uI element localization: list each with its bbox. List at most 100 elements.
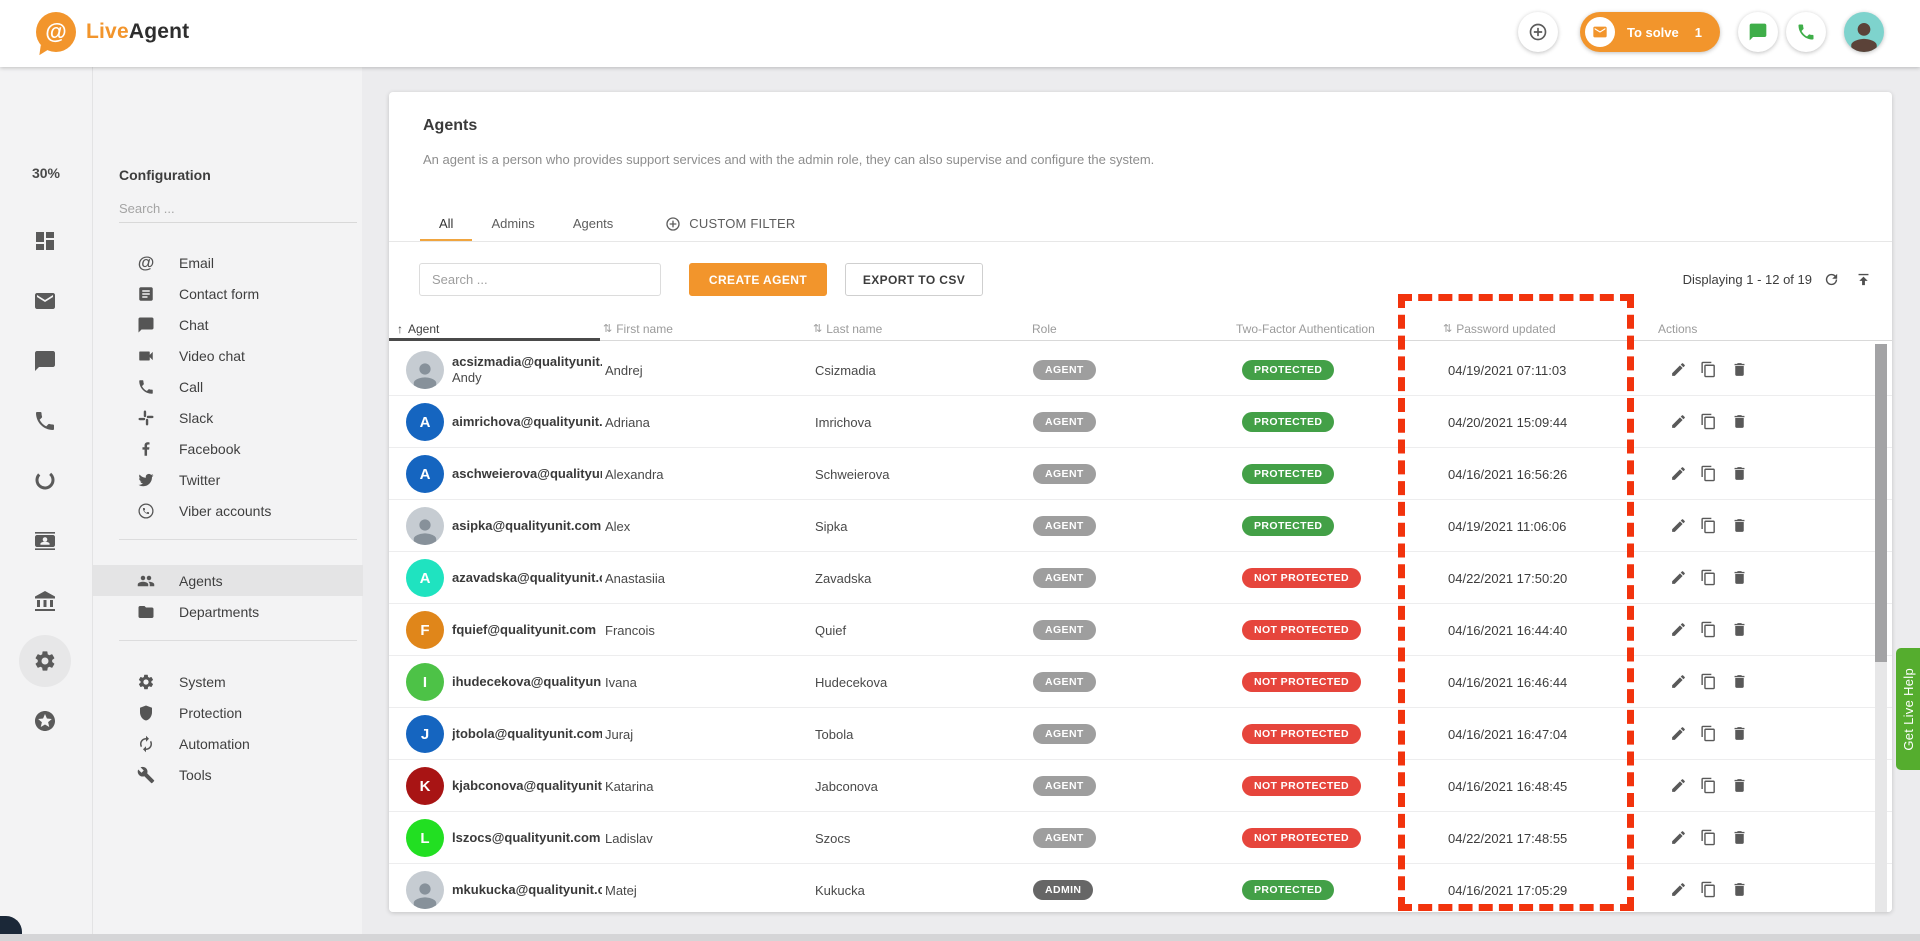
copy-button[interactable] [1700,465,1718,483]
copy-button[interactable] [1700,673,1718,691]
rail-item-customers[interactable] [19,515,71,567]
column-header-first-name[interactable]: ⇅First name [603,316,673,341]
edit-button[interactable] [1670,621,1688,639]
table-row[interactable]: J jtobola@qualityunit.com Juraj Tobola A… [389,708,1892,760]
export-to-csv-button[interactable]: EXPORT TO CSV [845,263,983,296]
column-header-actions[interactable]: Actions [1658,316,1697,341]
agent-email: mkukucka@qualityunit.com [452,882,602,898]
rail-item-dashboard[interactable] [19,215,71,267]
export-top-button[interactable] [1850,267,1876,293]
config-item-facebook[interactable]: Facebook [93,433,363,464]
config-item-contact-form[interactable]: Contact form [93,278,363,309]
copy-button[interactable] [1700,777,1718,795]
chats-button[interactable] [1738,12,1778,52]
config-item-automation[interactable]: Automation [93,728,363,759]
delete-button[interactable] [1731,829,1749,847]
copy-button[interactable] [1700,621,1718,639]
mail-icon [1592,24,1608,40]
get-live-help-tab[interactable]: Get Live Help [1896,648,1920,770]
rail-item-calls[interactable] [19,395,71,447]
table-row[interactable]: F fquief@qualityunit.com Francois Quief … [389,604,1892,656]
delete-button[interactable] [1731,881,1749,899]
create-agent-button[interactable]: CREATE AGENT [689,263,827,296]
tab-admins[interactable]: Admins [472,205,553,242]
scrollbar-thumb[interactable] [1875,344,1887,662]
copy-button[interactable] [1700,569,1718,587]
table-row[interactable]: I ihudecekova@qualityunit.com Ivana Hude… [389,656,1892,708]
config-item-viber-accounts[interactable]: Viber accounts [93,495,363,526]
refresh-button[interactable] [1818,267,1844,293]
config-item-chat[interactable]: Chat [93,309,363,340]
copy-button[interactable] [1700,361,1718,379]
edit-button[interactable] [1670,361,1688,379]
table-row[interactable]: mkukucka@qualityunit.com Matej Kukucka A… [389,864,1892,912]
column-header-password-updated[interactable]: ⇅Password updated [1443,316,1556,341]
config-item-departments[interactable]: Departments [93,596,363,627]
rail-item-academy[interactable] [19,575,71,627]
delete-button[interactable] [1731,361,1749,379]
copy-button[interactable] [1700,881,1718,899]
delete-button[interactable] [1731,517,1749,535]
delete-button[interactable] [1731,569,1749,587]
edit-button[interactable] [1670,829,1688,847]
tab-all[interactable]: All [420,205,472,242]
table-row[interactable]: A aschweierova@qualityunit.com Alexandra… [389,448,1892,500]
rail-item-configuration[interactable] [19,635,71,687]
delete-button[interactable] [1731,725,1749,743]
config-item-video-chat[interactable]: Video chat [93,340,363,371]
brand-logo[interactable]: @ LiveAgent [36,12,189,52]
table-row[interactable]: A azavadska@qualityunit.com Anastasiia Z… [389,552,1892,604]
table-row[interactable]: K kjabconova@qualityunit.com Katarina Ja… [389,760,1892,812]
edit-button[interactable] [1670,465,1688,483]
rail-item-tickets[interactable] [19,275,71,327]
to-solve-button[interactable]: To solve 1 [1580,12,1720,52]
rail-item-chats[interactable] [19,335,71,387]
edit-button[interactable] [1670,413,1688,431]
edit-button[interactable] [1670,777,1688,795]
copy-button[interactable] [1700,413,1718,431]
config-item-email[interactable]: @Email [93,247,363,278]
config-item-system[interactable]: System [93,666,363,697]
config-item-protection[interactable]: Protection [93,697,363,728]
config-item-slack[interactable]: Slack [93,402,363,433]
delete-button[interactable] [1731,673,1749,691]
tab-custom-filter[interactable]: CUSTOM FILTER [646,205,814,242]
delete-button[interactable] [1731,777,1749,795]
edit-button[interactable] [1670,725,1688,743]
copy-button[interactable] [1700,829,1718,847]
tab-label: Admins [491,216,534,231]
edit-button[interactable] [1670,517,1688,535]
config-item-agents[interactable]: Agents [93,565,363,596]
column-header-last-name[interactable]: ⇅Last name [813,316,882,341]
delete-button[interactable] [1731,465,1749,483]
edit-button[interactable] [1670,881,1688,899]
avatar-initial: A [420,414,431,431]
table-row[interactable]: A aimrichova@qualityunit.com Adriana Imr… [389,396,1892,448]
delete-button[interactable] [1731,621,1749,639]
add-new-button[interactable] [1518,12,1558,52]
agents-search-input[interactable] [419,263,661,296]
column-header-two-factor-authentication[interactable]: Two-Factor Authentication [1236,316,1375,341]
rail-item-activity[interactable] [19,454,71,506]
delete-button[interactable] [1731,413,1749,431]
edit-button[interactable] [1670,673,1688,691]
config-item-call[interactable]: Call [93,371,363,402]
config-item-twitter[interactable]: Twitter [93,464,363,495]
table-row[interactable]: asipka@qualityunit.com Alex Sipka AGENT … [389,500,1892,552]
edit-button[interactable] [1670,569,1688,587]
tab-agents[interactable]: Agents [554,205,632,242]
last-name: Sipka [815,500,848,552]
copy-button[interactable] [1700,725,1718,743]
user-avatar[interactable] [1844,12,1884,52]
agent-avatar: J [406,715,444,753]
copy-button[interactable] [1700,517,1718,535]
table-row[interactable]: L lszocs@qualityunit.com Ladislav Szocs … [389,812,1892,864]
table-scrollbar[interactable] [1875,344,1887,912]
table-row[interactable]: acsizmadia@qualityunit.comAndy Andrej Cs… [389,344,1892,396]
config-item-tools[interactable]: Tools [93,759,363,790]
refresh-icon [1823,271,1840,288]
configuration-search-input[interactable] [119,195,357,223]
column-header-role[interactable]: Role [1032,316,1057,341]
rail-item-addons[interactable] [19,695,71,747]
calls-button[interactable] [1786,12,1826,52]
